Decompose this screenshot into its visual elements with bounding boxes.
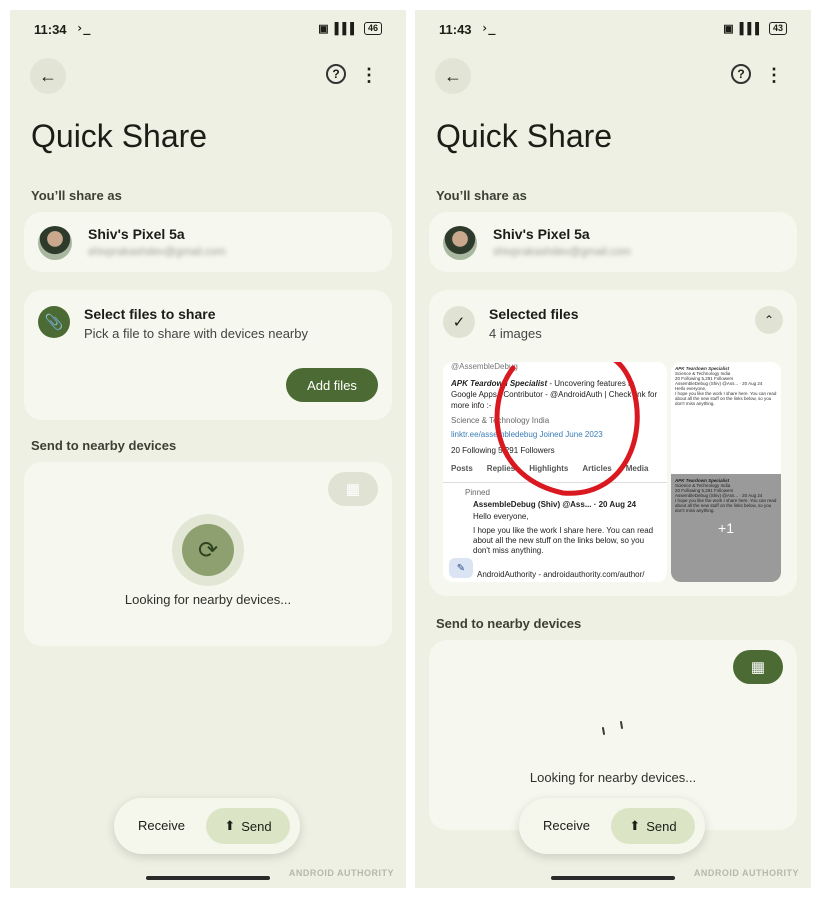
more-options-button[interactable]: ⋮ xyxy=(360,62,378,88)
paperclip-icon: 📎 xyxy=(38,306,70,338)
more-images-badge: +1 xyxy=(718,520,734,536)
send-nearby-label: Send to nearby devices xyxy=(31,438,177,453)
more-vert-icon: ⋮ xyxy=(765,65,783,85)
check-icon: ✓ xyxy=(443,306,475,338)
collapse-button[interactable]: ⌃ xyxy=(755,306,783,334)
share-as-label: You’ll share as xyxy=(31,188,122,203)
account-name: Shiv's Pixel 5a xyxy=(88,226,185,242)
looking-text: Looking for nearby devices... xyxy=(529,770,697,785)
vibrate-icon: ▣ xyxy=(723,23,734,35)
more-vert-icon: ⋮ xyxy=(360,65,378,85)
selected-files-card: ✓ Selected files 4 images ⌃ @AssembleDeb… xyxy=(429,290,797,596)
qr-code-icon: ▦ xyxy=(345,481,361,498)
select-files-card: 📎 Select files to share Pick a file to s… xyxy=(24,290,392,420)
back-button[interactable]: ← xyxy=(435,58,471,94)
help-button[interactable]: ? xyxy=(731,64,751,84)
nearby-devices-card: ▦ ⟳ Looking for nearby devices... xyxy=(24,462,392,646)
arrow-left-icon: ← xyxy=(39,65,57,86)
top-app-bar: ← ? ⋮ xyxy=(435,58,791,94)
status-time: 11:34 xyxy=(34,22,67,37)
preview-post-author: AssembleDebug (Shiv) @Ass... · 20 Aug 24 xyxy=(473,500,637,509)
send-nearby-label: Send to nearby devices xyxy=(436,616,582,631)
preview-post-line3: AndroidAuthority - androidauthority.com/… xyxy=(477,570,645,579)
status-time: 11:43 xyxy=(439,22,472,37)
preview-post-line2: I hope you like the work I share here. Y… xyxy=(473,526,654,555)
loading-spinner xyxy=(602,721,623,735)
avatar xyxy=(38,226,72,260)
receive-tab[interactable]: Receive xyxy=(138,818,185,833)
send-tab-label: Send xyxy=(241,818,272,834)
page-title: Quick Share xyxy=(436,118,613,154)
looking-text: Looking for nearby devices... xyxy=(124,592,292,607)
chevron-up-icon: ⌃ xyxy=(763,313,775,327)
image-thumbnail-stack[interactable]: APK Teardown Specialist Science & Techno… xyxy=(671,362,781,582)
battery-icon: 43 xyxy=(768,22,787,35)
selected-files-title: Selected files xyxy=(489,306,579,322)
avatar xyxy=(443,226,477,260)
qr-code-button[interactable]: ▦ xyxy=(733,650,783,684)
gesture-bar[interactable] xyxy=(551,876,675,880)
upload-icon: ⬆ xyxy=(224,818,236,833)
account-card[interactable]: Shiv's Pixel 5a shivprakashdev@gmail.com xyxy=(429,212,797,272)
account-email: shivprakashdev@gmail.com xyxy=(493,246,631,258)
help-button[interactable]: ? xyxy=(326,64,346,84)
battery-icon: 46 xyxy=(363,22,382,35)
send-tab[interactable]: ⬆ Send xyxy=(206,808,290,844)
watermark: ANDROID AUTHORITY xyxy=(288,868,394,878)
add-files-button[interactable]: Add files xyxy=(286,368,378,402)
share-as-label: You’ll share as xyxy=(436,188,527,203)
qr-code-icon: ▦ xyxy=(750,659,766,676)
qr-code-button[interactable]: ▦ xyxy=(328,472,378,506)
preview-post-line1: Hello everyone, xyxy=(473,512,529,521)
signal-icon: ▌▌▌ xyxy=(739,22,763,35)
terminal-icon: ›_ xyxy=(481,21,496,35)
top-app-bar: ← ? ⋮ xyxy=(30,58,386,94)
question-icon: ? xyxy=(332,67,340,81)
select-files-title: Select files to share xyxy=(84,306,216,322)
account-card[interactable]: Shiv's Pixel 5a shivprakashdev@gmail.com xyxy=(24,212,392,272)
terminal-icon: ›_ xyxy=(76,21,91,35)
image-thumbnail-main[interactable]: @AssembleDebug APK Teardown Specialist -… xyxy=(443,362,667,582)
selected-files-count: 4 images xyxy=(489,326,542,341)
vibrate-icon: ▣ xyxy=(318,23,329,35)
upload-icon: ⬆ xyxy=(629,818,641,833)
send-receive-toggle: Receive ⬆ Send xyxy=(114,798,300,854)
image-thumbnail-3[interactable]: APK Teardown Specialist Science & Techno… xyxy=(671,474,781,582)
gesture-bar[interactable] xyxy=(146,876,270,880)
back-button[interactable]: ← xyxy=(30,58,66,94)
preview-tab: Posts xyxy=(451,464,473,473)
select-files-subtitle: Pick a file to share with devices nearby xyxy=(84,326,308,341)
status-bar: 11:34 ›_ ▣ ▌▌▌ 46 xyxy=(34,20,382,40)
watermark: ANDROID AUTHORITY xyxy=(693,868,799,878)
account-email: shivprakashdev@gmail.com xyxy=(88,246,226,258)
page-title: Quick Share xyxy=(31,118,208,154)
account-name: Shiv's Pixel 5a xyxy=(493,226,590,242)
image-thumbnail-2[interactable]: APK Teardown Specialist Science & Techno… xyxy=(671,362,781,472)
send-receive-toggle: Receive ⬆ Send xyxy=(519,798,705,854)
status-bar: 11:43 ›_ ▣ ▌▌▌ 43 xyxy=(439,20,787,40)
send-tab[interactable]: ⬆ Send xyxy=(611,808,695,844)
signal-icon: ▌▌▌ xyxy=(334,22,358,35)
more-options-button[interactable]: ⋮ xyxy=(765,62,783,88)
question-icon: ? xyxy=(737,67,745,81)
send-tab-label: Send xyxy=(646,818,677,834)
arrow-left-icon: ← xyxy=(444,65,462,86)
red-circle-annotation xyxy=(494,362,640,496)
phone-screen-left: 11:34 ›_ ▣ ▌▌▌ 46 ← ? ⋮ Quick Share You’… xyxy=(10,10,406,888)
compose-icon: ✎ xyxy=(449,558,473,578)
nearby-share-icon: ⟳ xyxy=(182,524,234,576)
receive-tab[interactable]: Receive xyxy=(543,818,590,833)
nearby-radar: ⟳ xyxy=(172,514,244,586)
phone-screen-right: 11:43 ›_ ▣ ▌▌▌ 43 ← ? ⋮ Quick Share You’… xyxy=(415,10,811,888)
